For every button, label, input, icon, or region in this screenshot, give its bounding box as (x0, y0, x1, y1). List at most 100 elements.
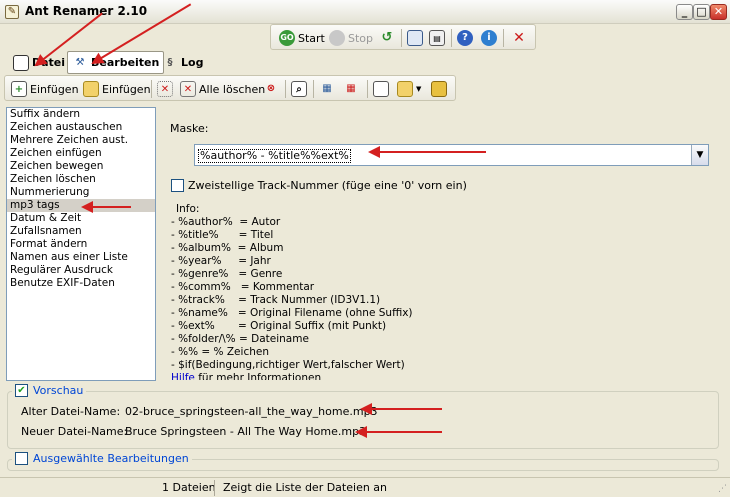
list-item[interactable]: Datum & Zeit (7, 212, 155, 225)
list-item[interactable]: Zeichen löschen (7, 173, 155, 186)
window-button[interactable] (407, 28, 423, 48)
main-toolbar: GO Start Stop ↺ ▤ ? i ✕ (270, 24, 536, 50)
add-folder-button[interactable]: Einfügen (83, 79, 151, 99)
help-button[interactable]: ? (457, 28, 473, 48)
start-label: Start (298, 31, 325, 45)
list-item[interactable]: Nummerierung (7, 186, 155, 199)
go-icon: GO (279, 30, 295, 46)
list-item[interactable]: Zufallsnamen (7, 225, 155, 238)
info-line: - %genre% = Genre (171, 268, 283, 280)
undo-button[interactable]: ↺ (379, 28, 395, 48)
select-all-button[interactable]: ▦ (319, 79, 335, 99)
mask-combobox[interactable]: %author% - %title%%ext% ▼ (194, 144, 709, 166)
toolbar-separator (285, 80, 286, 98)
toolbar-separator (313, 80, 314, 98)
log-icon: § (167, 56, 173, 68)
mask-label: Maske: (170, 122, 209, 135)
help-rest: für mehr Informationen (194, 372, 322, 380)
remove-selection-button[interactable]: ▦ (343, 79, 359, 99)
info-line: - %title% = Titel (171, 229, 274, 241)
delete-all-label: Alle löschen (199, 82, 266, 96)
info-line: - %name% = Original Filename (ohne Suffi… (171, 307, 413, 319)
toolbar-separator (451, 29, 452, 47)
delete-icon: ✕ (157, 81, 173, 97)
list-item[interactable]: Benutze EXIF-Daten (7, 277, 155, 290)
search-button[interactable]: ⌕ (291, 79, 307, 99)
two-digit-checkbox[interactable] (171, 179, 184, 192)
list-item[interactable]: Regulärer Ausdruck (7, 264, 155, 277)
list-item[interactable]: Namen aus einer Liste (7, 251, 155, 264)
exit-button[interactable]: ✕ (511, 28, 527, 48)
actions-list[interactable]: Suffix ändern Zeichen austauschen Mehrere … (6, 107, 156, 381)
two-digit-track-option[interactable]: Zweistellige Track-Nummer (füge eine '0'… (171, 179, 467, 192)
undo-icon: ↺ (381, 30, 393, 45)
add-file-icon: + (11, 81, 27, 97)
toolbar-separator (367, 80, 368, 98)
options-icon: ▤ (429, 30, 445, 46)
batch-checkbox[interactable] (15, 452, 28, 465)
tab-bearbeiten[interactable]: ⚒ Bearbeiten (67, 51, 165, 74)
file-icon (13, 54, 29, 71)
resize-grip-icon[interactable]: ⋰ (718, 484, 727, 494)
chevron-down-icon[interactable]: ▼ (691, 145, 708, 165)
options-button[interactable]: ▤ (429, 28, 445, 48)
info-line: - %comm% = Kommentar (171, 281, 315, 293)
close-button[interactable]: ✕ (710, 4, 727, 20)
search-icon: ⌕ (291, 81, 307, 97)
batch-toggle[interactable]: Ausgewählte Bearbeitungen (12, 452, 192, 465)
chevron-down-icon[interactable]: ▼ (416, 85, 421, 93)
open-list-button[interactable]: ▼ (397, 79, 421, 99)
list-item[interactable]: Zeichen bewegen (7, 160, 155, 173)
stop-button[interactable]: Stop (329, 28, 373, 48)
app-icon: ✎ (5, 5, 19, 19)
preview-group (7, 391, 719, 449)
page-icon (373, 81, 389, 97)
window-icon (407, 30, 423, 46)
list-item[interactable]: Mehrere Zeichen aust. (7, 134, 155, 147)
add-folder-label: Einfügen (102, 82, 151, 96)
toolbar-separator (503, 29, 504, 47)
info-title: Info: (176, 203, 200, 215)
tools-icon: ⚒ (75, 56, 85, 68)
new-list-button[interactable] (373, 79, 389, 99)
status-bar: 1 Dateien Zeigt die Liste der Dateien an… (0, 477, 730, 497)
list-item[interactable]: Suffix ändern (7, 108, 155, 121)
preview-label: Vorschau (33, 384, 84, 397)
clear-icon: ⊗ (266, 83, 276, 94)
two-digit-label: Zweistellige Track-Nummer (füge eine '0'… (188, 179, 467, 192)
stop-icon (329, 30, 345, 46)
info-box: Info: - %author% = Autor - %title% = Tite… (171, 203, 711, 380)
add-files-label: Einfügen (30, 82, 79, 96)
help-link[interactable]: Hilfe (171, 372, 195, 380)
info-line: - %folder/\% = Dateiname (171, 333, 309, 345)
delete-all-button[interactable]: ✕ Alle löschen (180, 79, 265, 99)
info-line: - %ext% = Original Suffix (mit Punkt) (171, 320, 387, 332)
preview-toggle[interactable]: ✔ Vorschau (12, 384, 87, 397)
info-line: - %% = % Zeichen (171, 346, 269, 358)
mask-input[interactable]: %author% - %title%%ext% (198, 149, 351, 163)
tab-log-label: Log (181, 56, 204, 69)
app-window: ✎ Ant Renamer 2.10 _ □ ✕ GO Start Stop ↺… (0, 0, 730, 497)
minimize-button[interactable]: _ (676, 4, 693, 20)
start-button[interactable]: GO Start (279, 28, 325, 48)
add-files-button[interactable]: + Einfügen (11, 79, 79, 99)
tab-log[interactable]: § Log (157, 51, 208, 74)
list-item[interactable]: Format ändern (7, 238, 155, 251)
list-item[interactable]: Zeichen einfügen (7, 147, 155, 160)
delete-selected-button[interactable]: ✕ (157, 79, 173, 99)
files-toolbar: + Einfügen Einfügen ✕ ✕ Alle löschen ⊗ ⌕… (4, 75, 456, 101)
help-icon: ? (457, 30, 473, 46)
toolbar-separator (401, 29, 402, 47)
folder-icon (83, 81, 99, 97)
open-folder-icon (397, 81, 413, 97)
help-line: Hilfe für mehr Informationen (171, 372, 711, 380)
annotation-arrow (368, 146, 486, 158)
about-button[interactable]: i (481, 28, 497, 48)
list-item[interactable]: Zeichen austauschen (7, 121, 155, 134)
preview-checkbox[interactable]: ✔ (15, 384, 28, 397)
window-title: Ant Renamer 2.10 (25, 4, 148, 18)
info-line: - $if(Bedingung,richtiger Wert,falscher … (171, 359, 405, 371)
maximize-button[interactable]: □ (693, 4, 710, 20)
save-list-button[interactable] (431, 79, 447, 99)
clear-button[interactable]: ⊗ (263, 79, 279, 99)
